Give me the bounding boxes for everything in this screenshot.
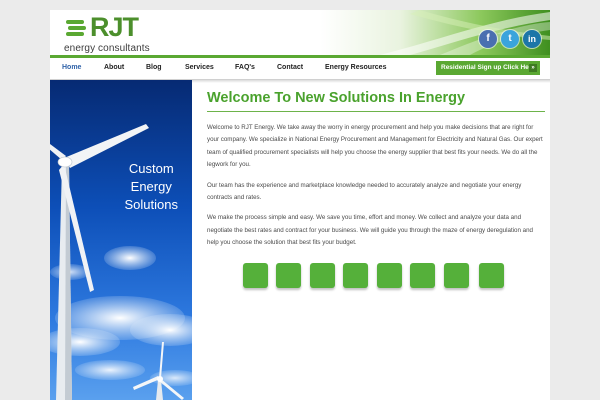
nav-item-home[interactable]: Home — [62, 64, 81, 71]
service-tile[interactable] — [444, 263, 469, 288]
hero-line: Custom — [128, 161, 174, 176]
hero-line: Solutions — [124, 197, 178, 212]
nav-item-blog[interactable]: Blog — [146, 64, 162, 71]
page-title: Welcome To New Solutions In Energy — [207, 90, 466, 106]
facebook-icon[interactable]: f — [479, 30, 497, 48]
nav-item-faqs[interactable]: FAQ's — [235, 64, 255, 71]
nav-item-energy-resources[interactable]: Energy Resources — [325, 64, 386, 71]
service-tiles — [243, 263, 505, 289]
experience-paragraph: Our team has the experience and marketpl… — [207, 181, 522, 202]
logo-stripes-icon — [66, 20, 86, 36]
residential-signup-label: Residential Sign up Click Here — [441, 64, 535, 71]
hero-tagline: Custom Energy Solutions — [125, 160, 178, 214]
wind-turbine-image — [50, 80, 210, 400]
hero-line: Energy — [130, 179, 172, 194]
page: RJT energy consultants f t in Home About… — [50, 10, 550, 400]
service-tile[interactable] — [410, 263, 435, 288]
arrow-right-icon: » — [529, 64, 537, 72]
residential-signup-button[interactable]: Residential Sign up Click Here » — [436, 61, 540, 75]
main-content: Welcome To New Solutions In Energy Welco… — [207, 88, 545, 288]
linkedin-icon[interactable]: in — [523, 30, 541, 48]
nav-item-services[interactable]: Services — [185, 64, 214, 71]
hero-image: Custom Energy Solutions — [50, 80, 210, 400]
logo-tagline: energy consultants — [64, 43, 150, 54]
service-tile[interactable] — [310, 263, 335, 288]
nav-item-contact[interactable]: Contact — [277, 64, 303, 71]
logo[interactable]: RJT energy consultants — [64, 12, 184, 54]
service-tile[interactable] — [377, 263, 402, 288]
service-tile[interactable] — [343, 263, 368, 288]
main-nav: Home About Blog Services FAQ's Contact E… — [50, 58, 550, 80]
logo-wordmark: RJT — [90, 12, 139, 42]
intro-paragraph: Welcome to RJT Energy. We take away the … — [207, 124, 543, 169]
service-tile[interactable] — [479, 263, 504, 288]
process-paragraph: We make the process simple and easy. We … — [207, 214, 533, 247]
service-tile[interactable] — [276, 263, 301, 288]
service-tile[interactable] — [243, 263, 268, 288]
twitter-icon[interactable]: t — [501, 30, 519, 48]
site-header: RJT energy consultants f t in — [50, 10, 550, 55]
title-divider — [207, 111, 545, 112]
nav-item-about[interactable]: About — [104, 64, 124, 71]
